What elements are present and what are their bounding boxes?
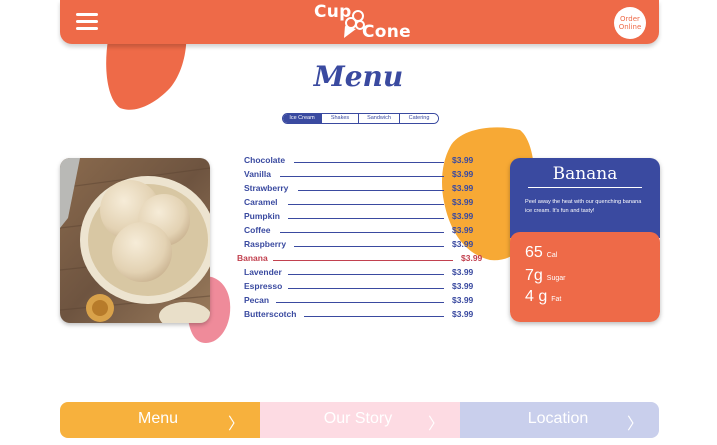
stat-value: 4 g bbox=[525, 288, 548, 305]
tab-catering[interactable]: Catering bbox=[399, 114, 438, 123]
menu-item-name: Raspberry bbox=[244, 239, 287, 249]
menu-item-coffee[interactable]: Coffee $3.99 bbox=[232, 225, 492, 238]
tab-shakes[interactable]: Shakes bbox=[321, 114, 358, 123]
leader-line bbox=[288, 274, 444, 275]
menu-item-price: $3.99 bbox=[461, 253, 483, 263]
menu-item-name: Chocolate bbox=[244, 155, 286, 165]
leader-line bbox=[304, 316, 444, 317]
nav-our-story[interactable]: Our Story 〉 bbox=[260, 402, 460, 438]
leader-line bbox=[280, 232, 444, 233]
menu-item-banana[interactable]: Banana $3.99 bbox=[232, 253, 492, 266]
leader-line bbox=[273, 260, 453, 261]
menu-item-price: $3.99 bbox=[452, 267, 474, 277]
card-title: Banana bbox=[552, 164, 618, 184]
menu-item-name: Lavender bbox=[244, 267, 282, 277]
menu-item-price: $3.99 bbox=[452, 281, 474, 291]
stat-calories: 65 Cal bbox=[525, 244, 557, 262]
ice-cream-photo bbox=[60, 158, 210, 323]
menu-item-price: $3.99 bbox=[452, 225, 474, 235]
stat-unit: Sugar bbox=[546, 275, 566, 282]
menu-item-name: Espresso bbox=[244, 281, 283, 291]
menu-item-price: $3.99 bbox=[452, 197, 474, 207]
menu-item-price: $3.99 bbox=[452, 309, 474, 319]
menu-item-name: Butterscotch bbox=[244, 309, 297, 319]
logo-text-cone: Cone bbox=[362, 22, 411, 42]
leader-line bbox=[288, 204, 444, 205]
cup-cone-logo[interactable]: Cup Cone bbox=[314, 2, 411, 42]
menu-item-name: Coffee bbox=[244, 225, 271, 235]
bottom-navigation: Menu 〉 Our Story 〉 Location 〉 bbox=[60, 402, 659, 438]
leader-line bbox=[298, 190, 444, 191]
nav-location[interactable]: Location 〉 bbox=[460, 402, 659, 438]
menu-item-price: $3.99 bbox=[452, 169, 474, 179]
chevron-right-icon: 〉 bbox=[626, 414, 643, 433]
menu-item-price: $3.99 bbox=[452, 239, 474, 249]
category-tabs: Ice Cream Shakes Sandwich Catering bbox=[282, 113, 439, 124]
nutrition-panel: 65 Cal 7g Sugar 4 g Fat bbox=[510, 232, 660, 322]
hamburger-menu-icon[interactable] bbox=[76, 13, 98, 31]
menu-item-espresso[interactable]: Espresso $3.99 bbox=[232, 281, 492, 294]
leader-line bbox=[280, 176, 444, 177]
stat-unit: Cal bbox=[546, 252, 558, 259]
menu-item-price: $3.99 bbox=[452, 295, 474, 305]
nav-menu[interactable]: Menu 〉 bbox=[60, 402, 260, 438]
chevron-right-icon: 〉 bbox=[227, 414, 244, 433]
menu-item-butterscotch[interactable]: Butterscotch $3.99 bbox=[232, 309, 492, 322]
header-bar: Cup Cone Order Online bbox=[60, 0, 659, 44]
menu-item-pumpkin[interactable]: Pumpkin $3.99 bbox=[232, 211, 492, 224]
menu-item-chocolate[interactable]: Chocolate $3.99 bbox=[232, 155, 492, 168]
card-header: Banana Peel away the heat with our quenc… bbox=[510, 158, 660, 238]
stat-value: 65 bbox=[525, 244, 543, 261]
stat-fat: 4 g Fat bbox=[525, 288, 561, 306]
menu-item-price: $3.99 bbox=[452, 211, 474, 221]
order-online-button[interactable]: Order Online bbox=[614, 7, 646, 39]
card-description: Peel away the heat with our quenching ba… bbox=[525, 199, 642, 214]
leader-line bbox=[294, 246, 444, 247]
leader-line bbox=[276, 302, 444, 303]
menu-item-price: $3.99 bbox=[452, 155, 474, 165]
leader-line bbox=[288, 288, 444, 289]
leader-line bbox=[294, 162, 444, 163]
tab-sandwich[interactable]: Sandwich bbox=[358, 114, 399, 123]
chevron-right-icon: 〉 bbox=[427, 414, 444, 433]
menu-item-raspberry[interactable]: Raspberry $3.99 bbox=[232, 239, 492, 252]
stat-unit: Fat bbox=[551, 296, 562, 303]
menu-item-name: Pumpkin bbox=[244, 211, 280, 221]
tab-ice-cream[interactable]: Ice Cream bbox=[283, 114, 321, 123]
menu-item-name: Vanilla bbox=[244, 169, 271, 179]
menu-item-caramel[interactable]: Caramel $3.99 bbox=[232, 197, 492, 210]
card-title-divider bbox=[528, 187, 642, 188]
menu-item-name: Strawberry bbox=[244, 183, 289, 193]
nav-our-story-label: Our Story bbox=[323, 410, 393, 427]
stat-sugar: 7g Sugar bbox=[525, 267, 565, 285]
menu-item-price: $3.99 bbox=[452, 183, 474, 193]
menu-item-pecan[interactable]: Pecan $3.99 bbox=[232, 295, 492, 308]
menu-item-strawberry[interactable]: Strawberry $3.99 bbox=[232, 183, 492, 196]
page-title: Menu bbox=[313, 60, 404, 93]
leader-line bbox=[288, 218, 444, 219]
stat-value: 7g bbox=[525, 267, 543, 284]
menu-item-lavender[interactable]: Lavender $3.99 bbox=[232, 267, 492, 280]
flavor-detail-card: Banana Peel away the heat with our quenc… bbox=[510, 158, 660, 322]
nav-menu-label: Menu bbox=[137, 410, 179, 427]
menu-item-name: Pecan bbox=[244, 295, 270, 305]
menu-item-name: Caramel bbox=[244, 197, 278, 207]
order-online-label: Order Online bbox=[618, 15, 642, 31]
menu-item-vanilla[interactable]: Vanilla $3.99 bbox=[232, 169, 492, 182]
menu-item-name: Banana bbox=[237, 253, 268, 263]
